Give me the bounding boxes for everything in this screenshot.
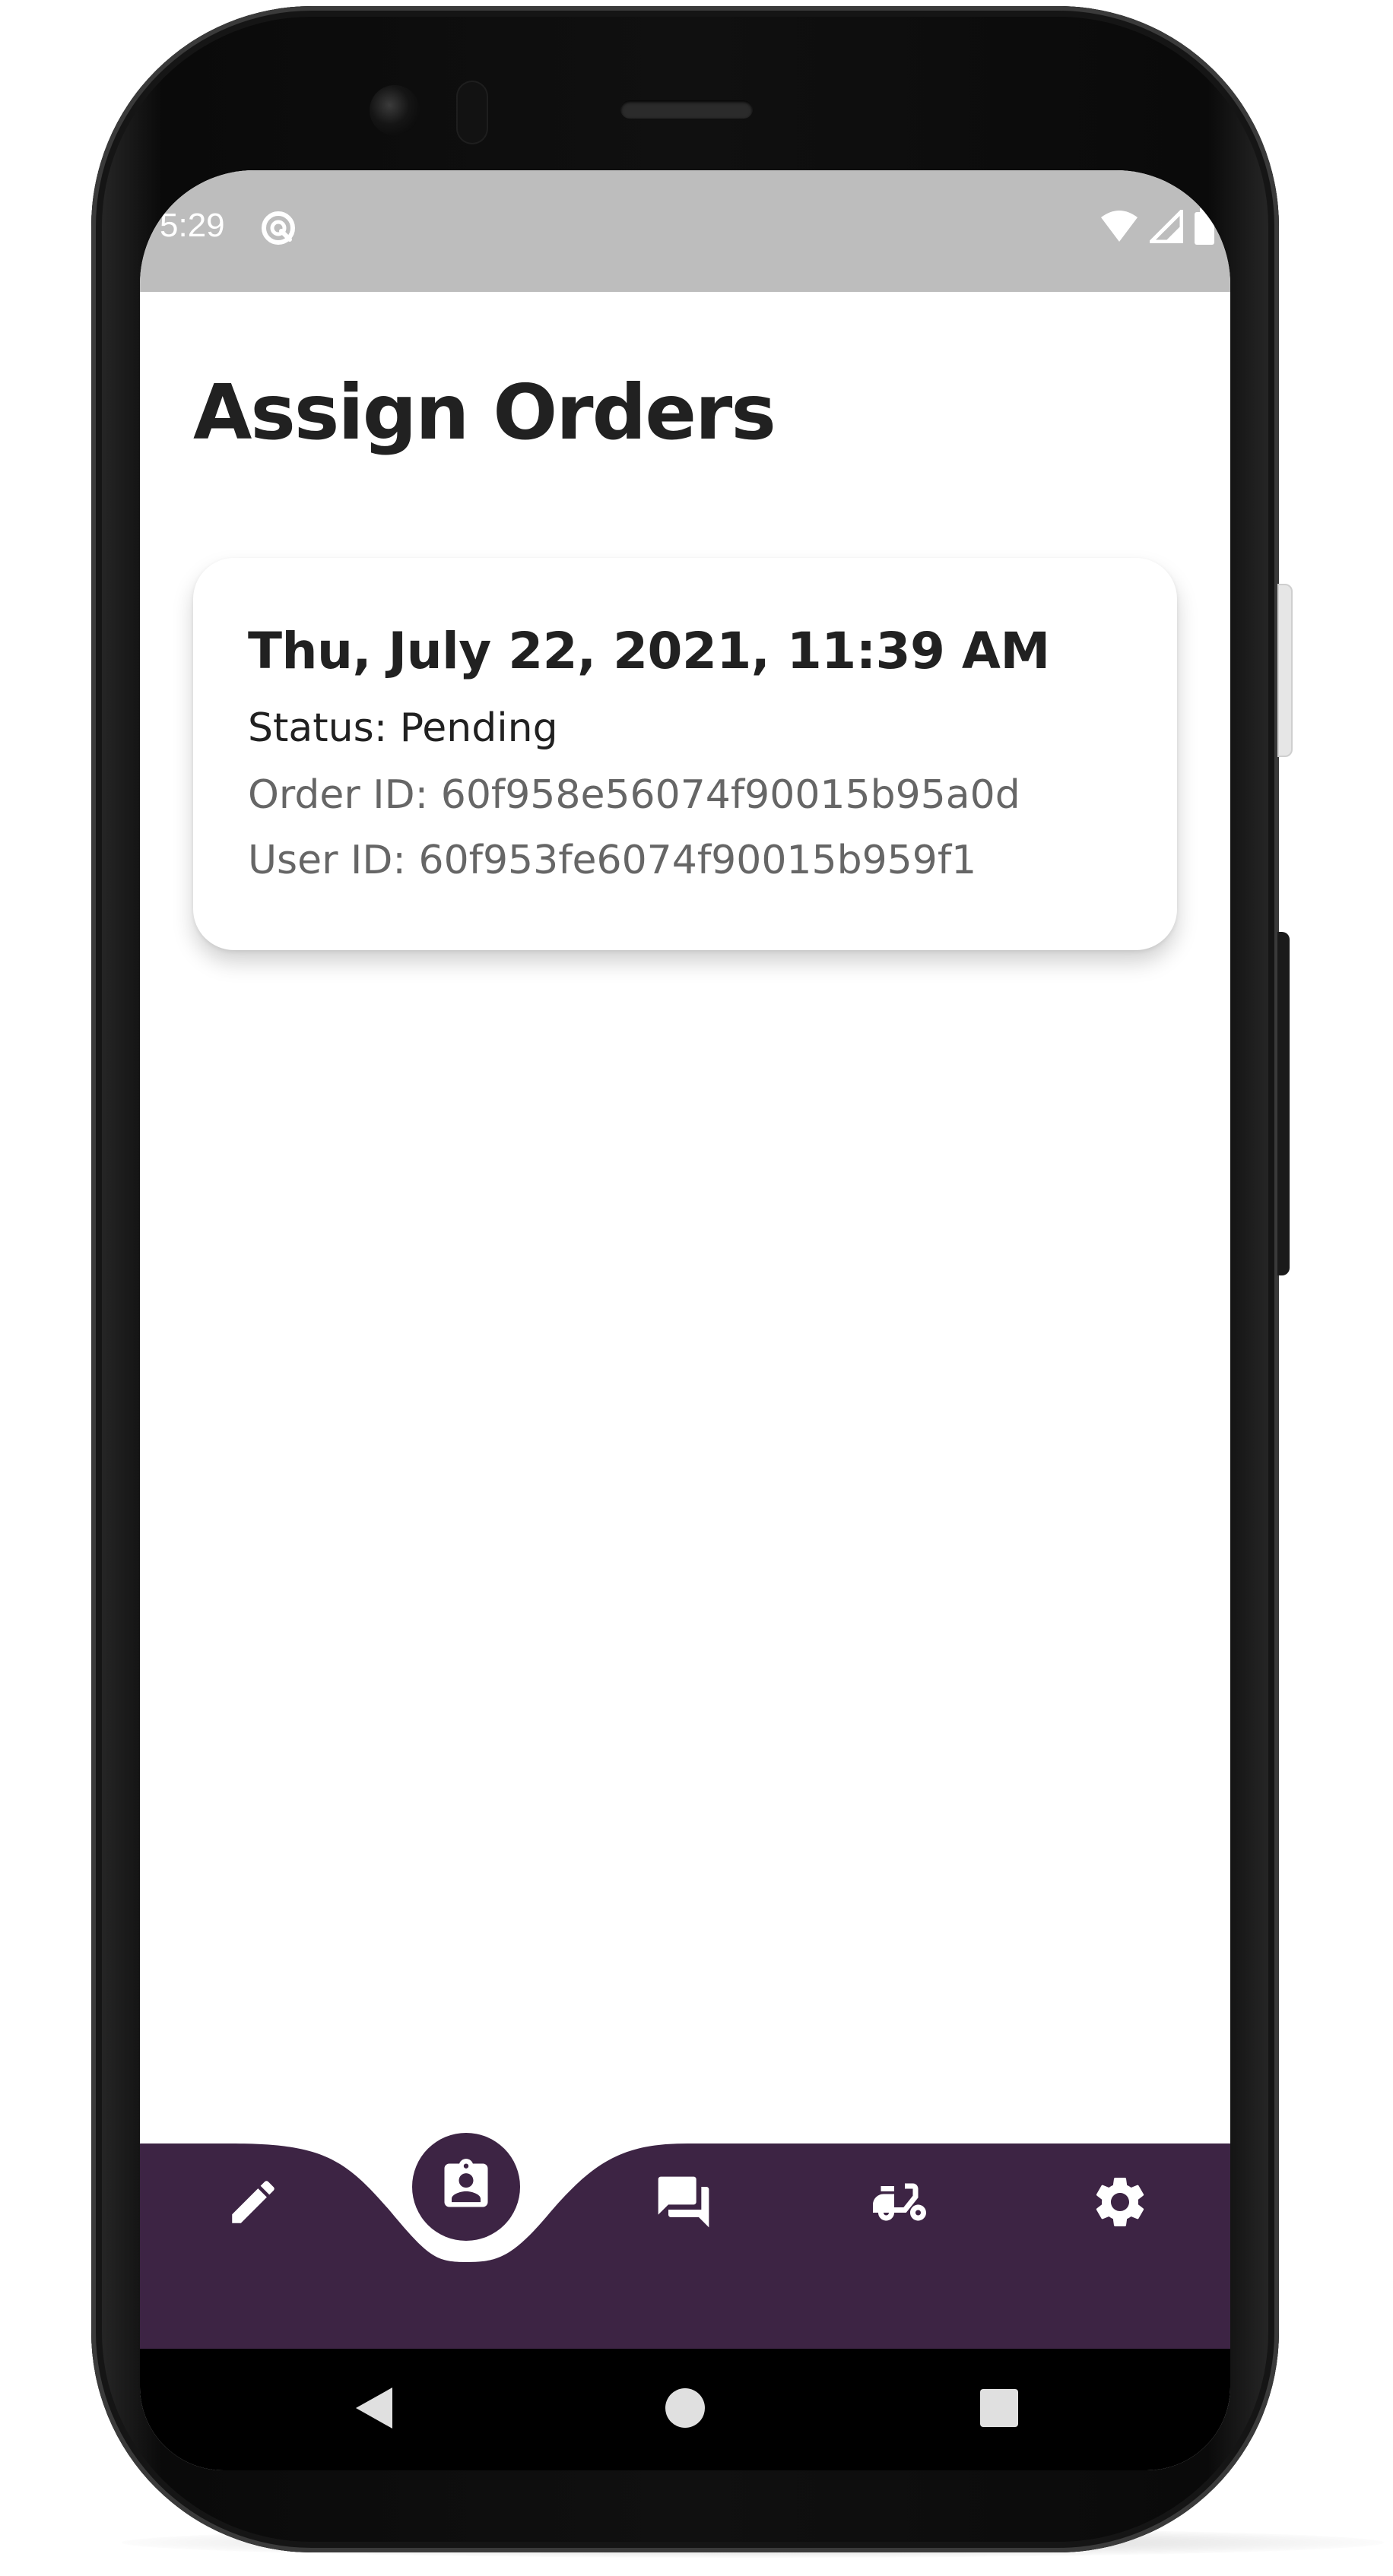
wifi-icon <box>1099 210 1139 246</box>
nav-settings-button[interactable] <box>1078 2162 1162 2245</box>
volume-button <box>1277 584 1293 757</box>
battery-icon <box>1194 208 1215 248</box>
order-card[interactable]: Thu, July 22, 2021, 11:39 AM Status: Pen… <box>193 558 1177 950</box>
power-button <box>1277 932 1290 1275</box>
nav-edit-button[interactable] <box>211 2162 295 2245</box>
status-bar: 5:29 <box>140 170 1230 292</box>
bottom-navigation-bar <box>140 2133 1230 2349</box>
nav-assign-orders-button[interactable] <box>412 2133 520 2241</box>
back-triangle-icon <box>353 2384 395 2435</box>
order-status: Status: Pending <box>248 705 558 751</box>
signal-icon <box>1149 209 1184 246</box>
forum-icon <box>653 2172 714 2235</box>
system-navigation-bar <box>140 2349 1230 2470</box>
system-recents-button[interactable] <box>969 2379 1030 2440</box>
page-title: Assign Orders <box>193 368 776 457</box>
nav-chat-button[interactable] <box>642 2162 725 2245</box>
user-id: User ID: 60f953fe6074f90015b959f1 <box>248 838 977 883</box>
recents-square-icon <box>979 2387 1020 2432</box>
phone-screen: 5:29 Assign Orders Thu, July 22, 2021, 1… <box>140 170 1230 2470</box>
system-home-button[interactable] <box>655 2379 716 2440</box>
delivery-scooter-icon <box>868 2170 931 2237</box>
pencil-icon <box>225 2174 281 2233</box>
app-indicator-icon <box>259 208 298 248</box>
assignment-ind-icon <box>437 2156 495 2217</box>
earpiece-speaker <box>620 100 753 119</box>
nav-delivery-button[interactable] <box>858 2162 941 2245</box>
device-mockup: 5:29 Assign Orders Thu, July 22, 2021, 1… <box>0 0 1393 2576</box>
system-back-button[interactable] <box>344 2379 405 2440</box>
status-time: 5:29 <box>160 207 225 244</box>
status-icons <box>1099 208 1215 248</box>
front-camera <box>370 85 420 135</box>
order-date: Thu, July 22, 2021, 11:39 AM <box>248 622 1050 680</box>
gear-icon <box>1090 2172 1150 2235</box>
proximity-sensor <box>456 81 488 144</box>
home-circle-icon <box>663 2386 707 2433</box>
order-id: Order ID: 60f958e56074f90015b95a0d <box>248 772 1020 818</box>
